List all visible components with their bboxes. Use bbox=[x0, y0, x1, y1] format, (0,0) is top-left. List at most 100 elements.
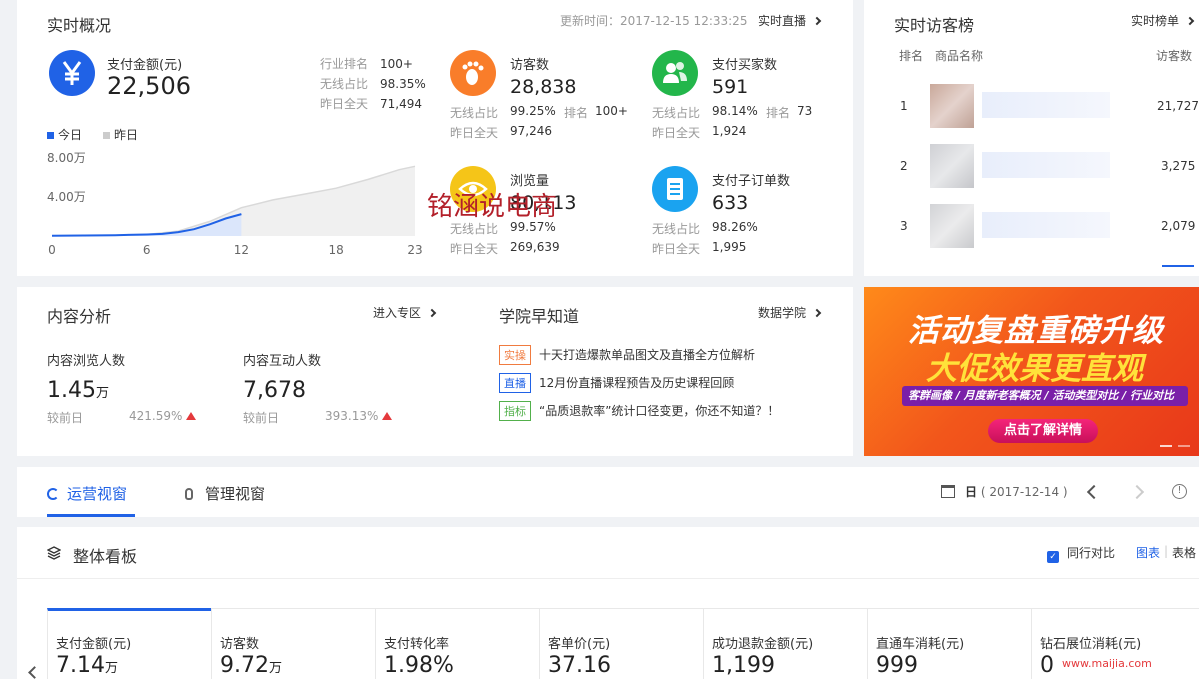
browse-pct-value: 421.59% bbox=[129, 409, 183, 423]
stat-key: 无线占比 bbox=[450, 106, 499, 120]
rank-list-link[interactable]: 实时榜单 bbox=[1131, 12, 1195, 29]
stat-key: 昨日全天 bbox=[320, 97, 369, 111]
metric-label: 支付转化率 bbox=[384, 637, 450, 652]
live-link[interactable]: 实时直播 bbox=[758, 12, 822, 29]
board-title: 整体看板 bbox=[73, 547, 138, 566]
tab-management[interactable]: 管理视窗 bbox=[185, 483, 265, 504]
banner-subheadline: 大促效果更直观 bbox=[926, 351, 1143, 387]
academy-item[interactable]: 直播 12月份直播课程预告及历史课程回顾 bbox=[499, 373, 734, 393]
realtime-title: 实时概况 bbox=[47, 16, 112, 35]
yuan-icon bbox=[49, 50, 95, 96]
date-granularity: 日 bbox=[965, 485, 978, 499]
view-divider: | bbox=[1164, 544, 1169, 558]
info-icon[interactable]: ! bbox=[1172, 484, 1187, 499]
tab-operations[interactable]: 运营视窗 bbox=[47, 483, 127, 504]
chevron-right-icon bbox=[812, 308, 822, 318]
y-tick-label: 8.00万 bbox=[47, 151, 86, 165]
payment-value: 22,506 bbox=[107, 72, 191, 100]
promo-banner[interactable]: 活动复盘重磅升级 大促效果更直观 客群画像 / 月度新老客概况 / 活动类型对比… bbox=[864, 287, 1199, 456]
enter-zone-link[interactable]: 进入专区 bbox=[373, 304, 437, 321]
payment-stat-values: 100+ 98.35% 71,494 bbox=[380, 54, 426, 114]
stat-key: 昨日全天 bbox=[450, 242, 499, 256]
visitor-rank-title: 实时访客榜 bbox=[894, 16, 975, 35]
academy-tag: 指标 bbox=[499, 401, 531, 421]
chevron-right-icon bbox=[427, 308, 437, 318]
metric-payment[interactable]: 支付金额(元) 7.14万 bbox=[47, 608, 211, 679]
next-date-icon[interactable] bbox=[1129, 484, 1145, 500]
academy-item-text: “品质退款率”统计口径变更，你还不知道？！ bbox=[539, 404, 780, 418]
visitors-label: 访客数 bbox=[510, 58, 550, 73]
legend-swatch bbox=[47, 132, 54, 139]
stat-key: 昨日全天 bbox=[450, 126, 499, 140]
metric-aov[interactable]: 客单价(元) 37.16 bbox=[539, 608, 703, 679]
academy-item[interactable]: 指标 “品质退款率”统计口径变更，你还不知道？！ bbox=[499, 401, 779, 421]
stat-value: 98.14% bbox=[712, 104, 758, 118]
banner-features: 客群画像 / 月度新老客概况 / 活动类型对比 / 行业对比 bbox=[902, 386, 1188, 406]
prev-date-icon[interactable] bbox=[1086, 484, 1102, 500]
rank-number: 1 bbox=[900, 99, 908, 113]
carousel-dot[interactable] bbox=[1178, 445, 1190, 447]
metric-number: 7.14 bbox=[56, 653, 105, 678]
metric-value: 1.98% bbox=[384, 653, 454, 678]
chevron-right-icon bbox=[812, 16, 822, 26]
visitors-value: 28,838 bbox=[510, 76, 577, 98]
stat-value: 100+ bbox=[380, 57, 413, 71]
academy-item-text: 12月份直播课程预告及历史课程回顾 bbox=[539, 376, 735, 390]
academy-item[interactable]: 实操 十天打造爆款单品图文及直播全方位解析 bbox=[499, 345, 755, 365]
order-list-icon bbox=[652, 166, 698, 212]
stat-key: 无线占比 bbox=[320, 77, 369, 91]
checkbox-checked-icon[interactable]: ✓ bbox=[1047, 551, 1059, 563]
buyers-label: 支付买家数 bbox=[712, 58, 778, 73]
banner-cta-button[interactable]: 点击了解详情 bbox=[988, 419, 1098, 443]
scroll-indicator[interactable] bbox=[1162, 265, 1194, 267]
browse-pct: 421.59% bbox=[129, 409, 197, 423]
col-rank: 排名 bbox=[899, 49, 924, 63]
layers-icon bbox=[46, 545, 62, 560]
product-name-blurred[interactable] bbox=[982, 92, 1110, 118]
rank-number: 2 bbox=[900, 159, 908, 173]
browse-unit: 万 bbox=[95, 386, 109, 401]
x-tick-label: 23 bbox=[407, 243, 422, 257]
payment-stat-keys: 行业排名 无线占比 昨日全天 bbox=[320, 54, 368, 114]
interact-pct-value: 393.13% bbox=[325, 409, 379, 423]
metric-label: 客单价(元) bbox=[548, 637, 611, 652]
rank-number: 3 bbox=[900, 219, 908, 233]
stat-key: 无线占比 bbox=[652, 106, 701, 120]
col-product-name: 商品名称 bbox=[935, 49, 984, 63]
metric-visitors[interactable]: 访客数 9.72万 bbox=[211, 608, 375, 679]
rank-list-link-label: 实时榜单 bbox=[1131, 14, 1180, 28]
product-name-blurred[interactable] bbox=[982, 152, 1110, 178]
product-thumbnail-blurred[interactable] bbox=[930, 84, 974, 128]
interact-value: 7,678 bbox=[243, 378, 306, 403]
browse-value: 1.45万 bbox=[47, 378, 109, 403]
academy-tag: 直播 bbox=[499, 373, 531, 393]
metric-value: 1,199 bbox=[712, 653, 775, 678]
metric-ztc-cost[interactable]: 直通车消耗(元) 999 bbox=[867, 608, 1031, 679]
data-academy-link[interactable]: 数据学院 bbox=[758, 304, 822, 321]
product-thumbnail-blurred[interactable] bbox=[930, 204, 974, 248]
chevron-right-icon bbox=[1185, 16, 1195, 26]
metric-refund[interactable]: 成功退款金额(元) 1,199 bbox=[703, 608, 867, 679]
stat-key: 昨日全天 bbox=[652, 126, 701, 140]
metric-label: 访客数 bbox=[220, 637, 260, 652]
metric-value: 999 bbox=[876, 653, 918, 678]
stat-value: 1,924 bbox=[712, 124, 747, 138]
tab-operations-label: 运营视窗 bbox=[67, 485, 128, 503]
metric-value: 0 bbox=[1040, 653, 1054, 678]
stat-key: 排名 bbox=[564, 106, 589, 120]
stat-key: 昨日全天 bbox=[652, 242, 701, 256]
carousel-dot[interactable] bbox=[1160, 445, 1172, 447]
rank-visitors: 2,079 bbox=[1161, 219, 1196, 233]
view-table-button[interactable]: 表格 bbox=[1172, 544, 1196, 561]
suborders-label: 支付子订单数 bbox=[712, 174, 791, 189]
date-picker[interactable]: 日 ( 2017-12-14 ) bbox=[941, 483, 1068, 500]
peer-compare-label: 同行对比 bbox=[1067, 546, 1116, 560]
metric-conversion[interactable]: 支付转化率 1.98% bbox=[375, 608, 539, 679]
peer-compare-toggle[interactable]: ✓ 同行对比 bbox=[1047, 544, 1115, 563]
view-tabs-bar: 运营视窗 管理视窗 日 ( 2017-12-14 ) ! bbox=[17, 467, 1199, 517]
stat-key: 排名 bbox=[766, 106, 791, 120]
view-chart-button[interactable]: 图表 bbox=[1136, 544, 1160, 561]
product-thumbnail-blurred[interactable] bbox=[930, 144, 974, 188]
product-name-blurred[interactable] bbox=[982, 212, 1110, 238]
date-value: ( 2017-12-14 ) bbox=[980, 485, 1068, 499]
